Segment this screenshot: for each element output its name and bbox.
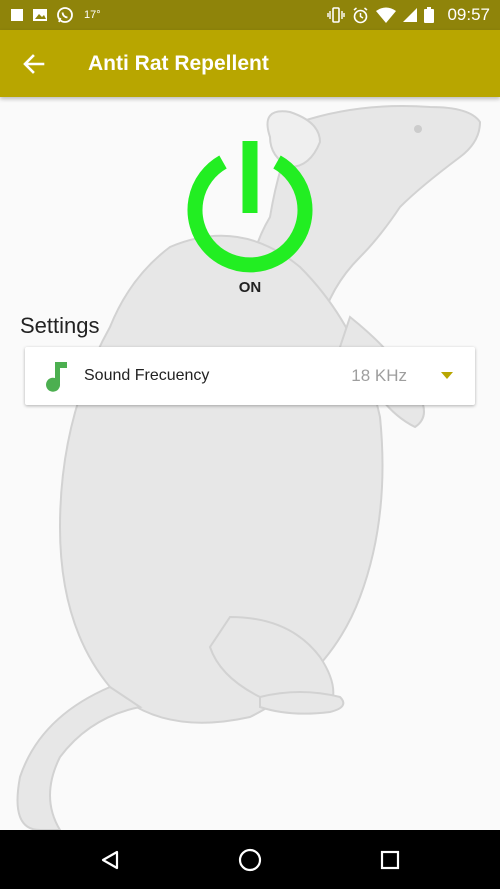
stop-icon (11, 9, 23, 21)
sound-frequency-label: Sound Frecuency (84, 367, 210, 384)
whatsapp-icon (57, 7, 73, 23)
status-left-icons: 17° (10, 0, 101, 30)
navigation-bar (0, 830, 500, 889)
recents-square-icon (380, 850, 400, 870)
back-triangle-icon (101, 850, 119, 870)
app-bar: Anti Rat Repellent (0, 30, 500, 97)
music-note-icon (46, 362, 67, 392)
image-icon (33, 9, 47, 21)
power-status-label: ON (238, 279, 262, 296)
nav-recents-button[interactable] (370, 840, 410, 880)
temperature-text: 17° (84, 9, 101, 21)
clock-text: 09:57 (447, 5, 490, 24)
nav-back-button[interactable] (90, 840, 130, 880)
back-button[interactable] (14, 44, 54, 84)
chevron-down-icon (441, 372, 453, 379)
app-title: Anti Rat Repellent (88, 52, 269, 75)
nav-home-button[interactable] (230, 840, 270, 880)
vibrate-icon (327, 7, 346, 23)
signal-icon (403, 8, 418, 22)
sound-frequency-value: 18 KHz (351, 366, 407, 385)
status-bar: 17° 09:57 (0, 0, 500, 30)
home-circle-icon (238, 848, 262, 872)
status-right-icons: 09:57 (327, 0, 490, 30)
power-icon (187, 141, 313, 273)
main-content: ON Settings Sound Frecuency 18 KHz (0, 97, 500, 830)
power-button[interactable] (182, 137, 318, 273)
alarm-icon (353, 6, 368, 23)
battery-icon (424, 7, 435, 23)
arrow-left-icon (23, 54, 45, 74)
wifi-icon (376, 7, 397, 23)
sound-frequency-dropdown[interactable]: Sound Frecuency 18 KHz (25, 347, 475, 405)
settings-heading: Settings (20, 313, 100, 338)
